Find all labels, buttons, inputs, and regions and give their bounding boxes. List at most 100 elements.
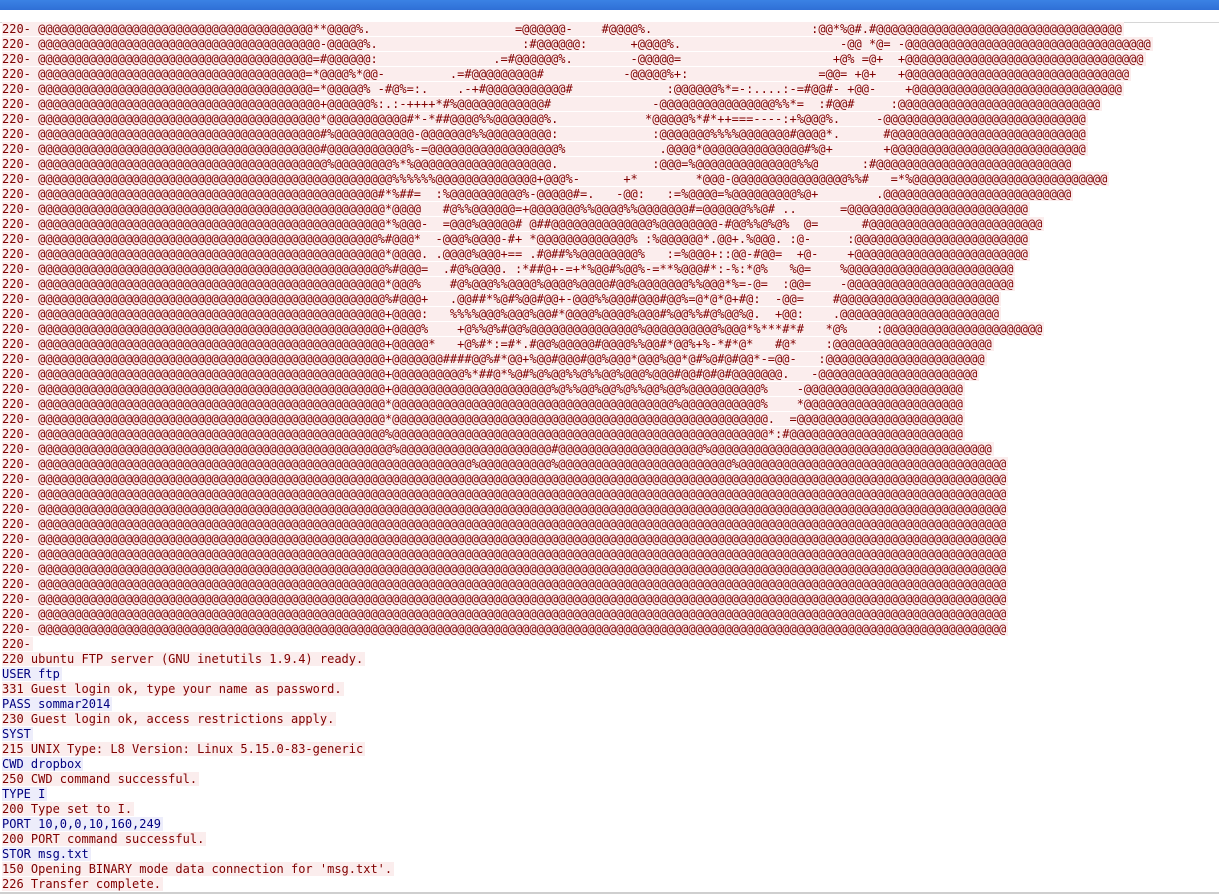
server-stream-line: 220- @@@@@@@@@@@@@@@@@@@@@@@@@@@@@@@@@@@… xyxy=(2,307,1219,322)
stream-line-text: 220- @@@@@@@@@@@@@@@@@@@@@@@@@@@@@@@@@@@… xyxy=(2,427,965,441)
server-stream-line: 220 ubuntu FTP server (GNU inetutils 1.9… xyxy=(2,652,1219,667)
stream-line-text: 200 Type set to I. xyxy=(2,802,135,816)
server-stream-line: 220- @@@@@@@@@@@@@@@@@@@@@@@@@@@@@@@@@@@… xyxy=(2,472,1219,487)
server-stream-line: 220- @@@@@@@@@@@@@@@@@@@@@@@@@@@@@@@@@@@… xyxy=(2,22,1219,37)
stream-line-text: 220- @@@@@@@@@@@@@@@@@@@@@@@@@@@@@@@@@@@… xyxy=(2,37,1153,51)
client-stream-line: USER ftp xyxy=(2,667,1219,682)
server-stream-line: 220- @@@@@@@@@@@@@@@@@@@@@@@@@@@@@@@@@@@… xyxy=(2,517,1219,532)
client-stream-line: STOR msg.txt xyxy=(2,847,1219,862)
server-stream-line: 220- @@@@@@@@@@@@@@@@@@@@@@@@@@@@@@@@@@@… xyxy=(2,82,1219,97)
stream-line-text: TYPE I xyxy=(2,787,48,801)
stream-line-text: 220- @@@@@@@@@@@@@@@@@@@@@@@@@@@@@@@@@@@… xyxy=(2,112,1088,126)
stream-line-text: 220- @@@@@@@@@@@@@@@@@@@@@@@@@@@@@@@@@@@… xyxy=(2,247,1030,261)
server-stream-line: 220- @@@@@@@@@@@@@@@@@@@@@@@@@@@@@@@@@@@… xyxy=(2,457,1219,472)
server-stream-line: 220- xyxy=(2,637,1219,652)
stream-line-text: STOR msg.txt xyxy=(2,847,91,861)
stream-line-text: 220- @@@@@@@@@@@@@@@@@@@@@@@@@@@@@@@@@@@… xyxy=(2,562,1009,576)
stream-line-text: 220- @@@@@@@@@@@@@@@@@@@@@@@@@@@@@@@@@@@… xyxy=(2,352,987,366)
stream-line-text: 220- @@@@@@@@@@@@@@@@@@@@@@@@@@@@@@@@@@@… xyxy=(2,277,1016,291)
stream-line-text: 150 Opening BINARY mode data connection … xyxy=(2,862,395,876)
stream-line-text: CWD dropbox xyxy=(2,757,84,771)
server-stream-line: 220- @@@@@@@@@@@@@@@@@@@@@@@@@@@@@@@@@@@… xyxy=(2,577,1219,592)
server-stream-line: 150 Opening BINARY mode data connection … xyxy=(2,862,1219,877)
stream-line-text: 226 Transfer complete. xyxy=(2,877,163,891)
stream-line-text: 250 CWD command successful. xyxy=(2,772,200,786)
client-stream-line: PASS sommar2014 xyxy=(2,697,1219,712)
client-stream-line: TYPE I xyxy=(2,787,1219,802)
stream-line-text: 200 PORT command successful. xyxy=(2,832,207,846)
stream-line-text: PORT 10,0,0,10,160,249 xyxy=(2,817,163,831)
stream-line-text: 220- @@@@@@@@@@@@@@@@@@@@@@@@@@@@@@@@@@@… xyxy=(2,82,1124,96)
server-stream-line: 220- @@@@@@@@@@@@@@@@@@@@@@@@@@@@@@@@@@@… xyxy=(2,592,1219,607)
server-stream-line: 220- @@@@@@@@@@@@@@@@@@@@@@@@@@@@@@@@@@@… xyxy=(2,502,1219,517)
stream-line-text: 220- @@@@@@@@@@@@@@@@@@@@@@@@@@@@@@@@@@@… xyxy=(2,202,1030,216)
stream-line-text: 220- @@@@@@@@@@@@@@@@@@@@@@@@@@@@@@@@@@@… xyxy=(2,412,965,426)
server-stream-line: 220- @@@@@@@@@@@@@@@@@@@@@@@@@@@@@@@@@@@… xyxy=(2,217,1219,232)
stream-line-text: 220- @@@@@@@@@@@@@@@@@@@@@@@@@@@@@@@@@@@… xyxy=(2,292,1001,306)
client-stream-line: SYST xyxy=(2,727,1219,742)
server-stream-line: 220- @@@@@@@@@@@@@@@@@@@@@@@@@@@@@@@@@@@… xyxy=(2,157,1219,172)
stream-line-text: 220- @@@@@@@@@@@@@@@@@@@@@@@@@@@@@@@@@@@… xyxy=(2,532,1009,546)
server-stream-line: 220- @@@@@@@@@@@@@@@@@@@@@@@@@@@@@@@@@@@… xyxy=(2,202,1219,217)
stream-line-text: 220- @@@@@@@@@@@@@@@@@@@@@@@@@@@@@@@@@@@… xyxy=(2,142,1088,156)
server-stream-line: 220- @@@@@@@@@@@@@@@@@@@@@@@@@@@@@@@@@@@… xyxy=(2,532,1219,547)
server-stream-line: 220- @@@@@@@@@@@@@@@@@@@@@@@@@@@@@@@@@@@… xyxy=(2,622,1219,637)
stream-line-text: 220- @@@@@@@@@@@@@@@@@@@@@@@@@@@@@@@@@@@… xyxy=(2,607,1009,621)
stream-line-text: 220- @@@@@@@@@@@@@@@@@@@@@@@@@@@@@@@@@@@… xyxy=(2,337,994,351)
stream-line-text: 220- @@@@@@@@@@@@@@@@@@@@@@@@@@@@@@@@@@@… xyxy=(2,172,1110,186)
stream-line-text: 220- @@@@@@@@@@@@@@@@@@@@@@@@@@@@@@@@@@@… xyxy=(2,52,1146,66)
server-stream-line: 250 CWD command successful. xyxy=(2,772,1219,787)
stream-line-text: PASS sommar2014 xyxy=(2,697,113,711)
stream-line-text: 220- @@@@@@@@@@@@@@@@@@@@@@@@@@@@@@@@@@@… xyxy=(2,262,1016,276)
stream-line-text: USER ftp xyxy=(2,667,62,681)
stream-line-text: 220- @@@@@@@@@@@@@@@@@@@@@@@@@@@@@@@@@@@… xyxy=(2,22,1124,36)
server-stream-line: 220- @@@@@@@@@@@@@@@@@@@@@@@@@@@@@@@@@@@… xyxy=(2,322,1219,337)
stream-line-text: 220 ubuntu FTP server (GNU inetutils 1.9… xyxy=(2,652,366,666)
server-stream-line: 226 Transfer complete. xyxy=(2,877,1219,892)
server-stream-line: 220- @@@@@@@@@@@@@@@@@@@@@@@@@@@@@@@@@@@… xyxy=(2,67,1219,82)
client-stream-line: CWD dropbox xyxy=(2,757,1219,772)
stream-line-text: 331 Guest login ok, type your name as pa… xyxy=(2,682,344,696)
server-stream-line: 220- @@@@@@@@@@@@@@@@@@@@@@@@@@@@@@@@@@@… xyxy=(2,397,1219,412)
stream-line-text: 220- @@@@@@@@@@@@@@@@@@@@@@@@@@@@@@@@@@@… xyxy=(2,307,1001,321)
server-stream-line: 220- @@@@@@@@@@@@@@@@@@@@@@@@@@@@@@@@@@@… xyxy=(2,337,1219,352)
server-stream-line: 220- @@@@@@@@@@@@@@@@@@@@@@@@@@@@@@@@@@@… xyxy=(2,367,1219,382)
stream-line-text: 220- @@@@@@@@@@@@@@@@@@@@@@@@@@@@@@@@@@@… xyxy=(2,382,965,396)
server-stream-line: 220- @@@@@@@@@@@@@@@@@@@@@@@@@@@@@@@@@@@… xyxy=(2,427,1219,442)
server-stream-line: 220- @@@@@@@@@@@@@@@@@@@@@@@@@@@@@@@@@@@… xyxy=(2,232,1219,247)
server-stream-line: 220- @@@@@@@@@@@@@@@@@@@@@@@@@@@@@@@@@@@… xyxy=(2,292,1219,307)
server-stream-line: 331 Guest login ok, type your name as pa… xyxy=(2,682,1219,697)
server-stream-line: 220- @@@@@@@@@@@@@@@@@@@@@@@@@@@@@@@@@@@… xyxy=(2,562,1219,577)
stream-line-text: 220- @@@@@@@@@@@@@@@@@@@@@@@@@@@@@@@@@@@… xyxy=(2,622,1009,636)
server-stream-line: 220- @@@@@@@@@@@@@@@@@@@@@@@@@@@@@@@@@@@… xyxy=(2,142,1219,157)
server-stream-line: 220- @@@@@@@@@@@@@@@@@@@@@@@@@@@@@@@@@@@… xyxy=(2,607,1219,622)
tcp-stream-content[interactable]: 220- @@@@@@@@@@@@@@@@@@@@@@@@@@@@@@@@@@@… xyxy=(2,22,1219,894)
stream-line-text: 220- @@@@@@@@@@@@@@@@@@@@@@@@@@@@@@@@@@@… xyxy=(2,157,1074,171)
stream-line-text: 220- @@@@@@@@@@@@@@@@@@@@@@@@@@@@@@@@@@@… xyxy=(2,322,1045,336)
stream-line-text: 220- @@@@@@@@@@@@@@@@@@@@@@@@@@@@@@@@@@@… xyxy=(2,367,980,381)
server-stream-line: 200 PORT command successful. xyxy=(2,832,1219,847)
window-title-bar xyxy=(0,0,1219,10)
stream-line-text: 220- @@@@@@@@@@@@@@@@@@@@@@@@@@@@@@@@@@@… xyxy=(2,217,1045,231)
server-stream-line: 220- @@@@@@@@@@@@@@@@@@@@@@@@@@@@@@@@@@@… xyxy=(2,382,1219,397)
stream-line-text: 220- @@@@@@@@@@@@@@@@@@@@@@@@@@@@@@@@@@@… xyxy=(2,67,1132,81)
stream-line-text: 220- xyxy=(2,637,33,651)
server-stream-line: 220- @@@@@@@@@@@@@@@@@@@@@@@@@@@@@@@@@@@… xyxy=(2,487,1219,502)
stream-line-text: 215 UNIX Type: L8 Version: Linux 5.15.0-… xyxy=(2,742,366,756)
stream-line-text: 220- @@@@@@@@@@@@@@@@@@@@@@@@@@@@@@@@@@@… xyxy=(2,127,1088,141)
server-stream-line: 220- @@@@@@@@@@@@@@@@@@@@@@@@@@@@@@@@@@@… xyxy=(2,547,1219,562)
server-stream-line: 220- @@@@@@@@@@@@@@@@@@@@@@@@@@@@@@@@@@@… xyxy=(2,172,1219,187)
server-stream-line: 215 UNIX Type: L8 Version: Linux 5.15.0-… xyxy=(2,742,1219,757)
stream-line-text: 220- @@@@@@@@@@@@@@@@@@@@@@@@@@@@@@@@@@@… xyxy=(2,472,1009,486)
server-stream-line: 220- @@@@@@@@@@@@@@@@@@@@@@@@@@@@@@@@@@@… xyxy=(2,412,1219,427)
stream-line-text: 230 Guest login ok, access restrictions … xyxy=(2,712,337,726)
server-stream-line: 220- @@@@@@@@@@@@@@@@@@@@@@@@@@@@@@@@@@@… xyxy=(2,442,1219,457)
stream-line-text: 220- @@@@@@@@@@@@@@@@@@@@@@@@@@@@@@@@@@@… xyxy=(2,592,1009,606)
server-stream-line: 220- @@@@@@@@@@@@@@@@@@@@@@@@@@@@@@@@@@@… xyxy=(2,127,1219,142)
client-stream-line: PORT 10,0,0,10,160,249 xyxy=(2,817,1219,832)
stream-line-text: 220- @@@@@@@@@@@@@@@@@@@@@@@@@@@@@@@@@@@… xyxy=(2,457,1009,471)
stream-line-text: 220- @@@@@@@@@@@@@@@@@@@@@@@@@@@@@@@@@@@… xyxy=(2,232,1030,246)
server-stream-line: 200 Type set to I. xyxy=(2,802,1219,817)
server-stream-line: 220- @@@@@@@@@@@@@@@@@@@@@@@@@@@@@@@@@@@… xyxy=(2,187,1219,202)
stream-line-text: SYST xyxy=(2,727,33,741)
